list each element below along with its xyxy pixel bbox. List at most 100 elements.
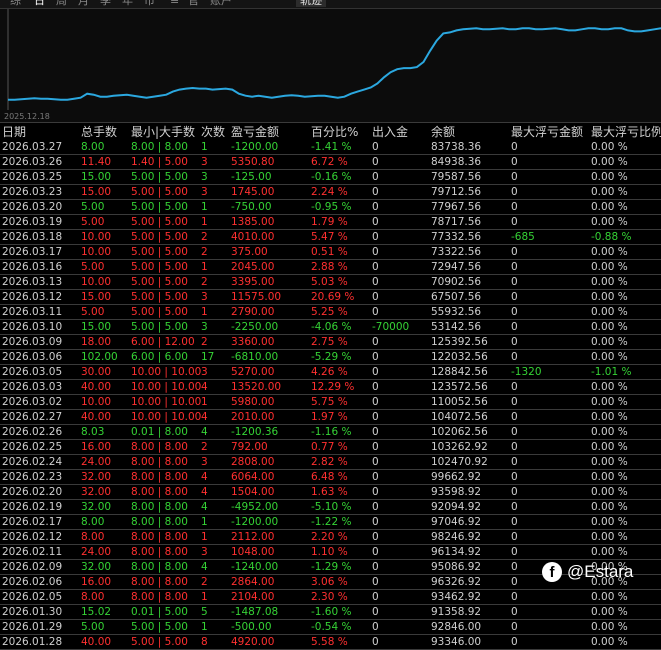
cell-count: 3 (201, 156, 208, 168)
cell-date: 2026.02.05 (2, 591, 63, 603)
cell-pnl: 2808.00 (231, 456, 275, 468)
cell-minmax: 5.00 | 5.00 (131, 246, 188, 258)
table-row[interactable]: 2026.02.11 24.00 8.00 | 8.00 3 1048.00 1.10 %… (0, 545, 661, 560)
column-header-3[interactable]: 次数 (201, 124, 225, 140)
table-row[interactable]: 2026.02.12 8.00 8.00 | 8.00 1 2112.00 2.20 % 0… (0, 530, 661, 545)
cell-date: 2026.03.06 (2, 351, 63, 363)
cell-count: 3 (201, 186, 208, 198)
cell-flow: 0 (372, 336, 379, 348)
cell-pnl: 2104.00 (231, 591, 275, 603)
table-row[interactable]: 2026.03.18 10.00 5.00 | 5.00 2 4010.00 5.47 %… (0, 230, 661, 245)
tab-10[interactable]: 轨迹 (296, 0, 326, 7)
table-row[interactable]: 2026.03.20 5.00 5.00 | 5.00 1 -750.00 -0.95 %… (0, 200, 661, 215)
table-row[interactable]: 2026.03.12 15.00 5.00 | 5.00 3 11575.00 20.69… (0, 290, 661, 305)
table-row[interactable]: 2026.02.05 8.00 8.00 | 8.00 1 2104.00 2.30 % 0… (0, 590, 661, 605)
cell-date: 2026.02.12 (2, 531, 63, 543)
cell-date: 2026.03.23 (2, 186, 63, 198)
table-row[interactable]: 2026.03.11 5.00 5.00 | 5.00 1 2790.00 5.25 % 0… (0, 305, 661, 320)
table-row[interactable]: 2026.03.09 18.00 6.00 | 12.00 2 3360.00 2.75 … (0, 335, 661, 350)
cell-flow: 0 (372, 531, 379, 543)
table-row[interactable]: 2026.03.26 11.40 1.40 | 5.00 3 5350.80 6.72 %… (0, 155, 661, 170)
tab-3[interactable]: 月 (78, 0, 89, 7)
column-header-9[interactable]: 最大浮亏比例 (591, 124, 661, 140)
column-header-8[interactable]: 最大浮亏金额 (511, 124, 583, 140)
table-row[interactable]: 2026.02.17 8.00 8.00 | 8.00 1 -1200.00 -1.22 … (0, 515, 661, 530)
cell-maxdd: -1320 (511, 366, 542, 378)
cell-maxdd: -685 (511, 231, 535, 243)
table-row[interactable]: 2026.02.24 24.00 8.00 | 8.00 3 2808.00 2.82 %… (0, 455, 661, 470)
table-row[interactable]: 2026.01.29 5.00 5.00 | 5.00 1 -500.00 -0.54 %… (0, 620, 661, 635)
table-row[interactable]: 2026.03.13 10.00 5.00 | 5.00 2 3395.00 5.03 %… (0, 275, 661, 290)
cell-pct: 2.24 % (311, 186, 348, 198)
cell-date: 2026.02.25 (2, 441, 63, 453)
tab-4[interactable]: 季 (100, 0, 111, 7)
cell-date: 2026.03.17 (2, 246, 63, 258)
tab-5[interactable]: 年 (122, 0, 133, 7)
tab-2[interactable]: 周 (56, 0, 67, 7)
cell-date: 2026.03.12 (2, 291, 63, 303)
cell-maxddpct: -0.88 % (591, 231, 632, 243)
cell-lots: 15.00 (81, 321, 112, 333)
tab-7[interactable]: ≡ (170, 0, 179, 7)
cell-maxdd: 0 (511, 291, 518, 303)
cell-minmax: 8.00 | 8.00 (131, 471, 188, 483)
table-row[interactable]: 2026.03.19 5.00 5.00 | 5.00 1 1385.00 1.79 % 0… (0, 215, 661, 230)
column-header-4[interactable]: 盈亏金额 (231, 124, 279, 140)
table-row[interactable]: 2026.03.25 15.00 5.00 | 5.00 3 -125.00 -0.16 … (0, 170, 661, 185)
table-row[interactable]: 2026.03.23 15.00 5.00 | 5.00 3 1745.00 2.24 %… (0, 185, 661, 200)
cell-flow: 0 (372, 201, 379, 213)
table-row[interactable]: 2026.03.16 5.00 5.00 | 5.00 1 2045.00 2.88 % 0… (0, 260, 661, 275)
cell-count: 2 (201, 276, 208, 288)
tab-8[interactable]: 官 (188, 0, 199, 7)
table-row[interactable]: 2026.03.02 10.00 10.00 | 10.00 1 5980.00 5.75… (0, 395, 661, 410)
cell-flow: 0 (372, 636, 379, 648)
table-row[interactable]: 2026.01.28 40.00 5.00 | 5.00 8 4920.00 5.58 %… (0, 635, 661, 650)
tab-9[interactable]: 账户 (210, 0, 232, 7)
cell-flow: 0 (372, 546, 379, 558)
tab-0[interactable]: 综 (10, 0, 21, 7)
cell-count: 1 (201, 591, 208, 603)
table-row[interactable]: 2026.02.27 40.00 10.00 | 10.00 4 2010.00 1.97… (0, 410, 661, 425)
table-row[interactable]: 2026.02.26 8.03 0.01 | 8.00 4 -1200.36 -1.16 … (0, 425, 661, 440)
cell-flow: 0 (372, 516, 379, 528)
cell-balance: 99662.92 (431, 471, 482, 483)
cell-flow: 0 (372, 276, 379, 288)
cell-balance: 93598.92 (431, 486, 482, 498)
column-header-6[interactable]: 出入金 (372, 124, 408, 140)
table-row[interactable]: 2026.02.20 32.00 8.00 | 8.00 4 1504.00 1.63 %… (0, 485, 661, 500)
cell-maxdd: 0 (511, 246, 518, 258)
column-header-1[interactable]: 总手数 (81, 124, 117, 140)
cell-count: 2 (201, 441, 208, 453)
cell-date: 2026.03.25 (2, 171, 63, 183)
cell-flow: 0 (372, 246, 379, 258)
table-row[interactable]: 2026.02.25 16.00 8.00 | 8.00 2 792.00 0.77 % 0… (0, 440, 661, 455)
cell-pct: -5.10 % (311, 501, 352, 513)
cell-minmax: 8.00 | 8.00 (131, 486, 188, 498)
table-row[interactable]: 2026.03.06 102.00 6.00 | 6.00 17 -6810.00 -5.… (0, 350, 661, 365)
cell-lots: 5.00 (81, 306, 105, 318)
column-header-5[interactable]: 百分比% (311, 124, 358, 140)
cell-date: 2026.02.23 (2, 471, 63, 483)
cell-maxdd: 0 (511, 216, 518, 228)
table-row[interactable]: 2026.03.05 30.00 10.00 | 10.00 3 5270.00 4.26… (0, 365, 661, 380)
table-row[interactable]: 2026.01.30 15.02 0.01 | 5.00 5 -1487.08 -1.60… (0, 605, 661, 620)
cell-pct: -1.29 % (311, 561, 352, 573)
table-row[interactable]: 2026.03.03 40.00 10.00 | 10.00 4 13520.00 12.… (0, 380, 661, 395)
column-header-0[interactable]: 日期 (2, 124, 26, 140)
table-row[interactable]: 2026.02.19 32.00 8.00 | 8.00 4 -4952.00 -5.10… (0, 500, 661, 515)
cell-pct: 2.82 % (311, 456, 348, 468)
table-row[interactable]: 2026.03.17 10.00 5.00 | 5.00 2 375.00 0.51 % 0… (0, 245, 661, 260)
cell-count: 4 (201, 501, 208, 513)
cell-pnl: -1200.00 (231, 516, 279, 528)
column-header-2[interactable]: 最小|大手数 (131, 124, 195, 140)
column-header-7[interactable]: 余额 (431, 124, 455, 140)
tab-1[interactable]: 日 (34, 0, 45, 7)
cell-balance: 83738.36 (431, 141, 482, 153)
table-row[interactable]: 2026.03.27 8.00 8.00 | 8.00 1 -1200.00 -1.41 … (0, 140, 661, 155)
cell-maxdd: 0 (511, 561, 518, 573)
table-row[interactable]: 2026.03.10 15.00 5.00 | 5.00 3 -2250.00 -4.06… (0, 320, 661, 335)
cell-maxddpct: 0.00 % (591, 426, 628, 438)
tab-6[interactable]: 币 (144, 0, 155, 7)
table-row[interactable]: 2026.02.23 32.00 8.00 | 8.00 4 6064.00 6.48 %… (0, 470, 661, 485)
cell-count: 4 (201, 486, 208, 498)
